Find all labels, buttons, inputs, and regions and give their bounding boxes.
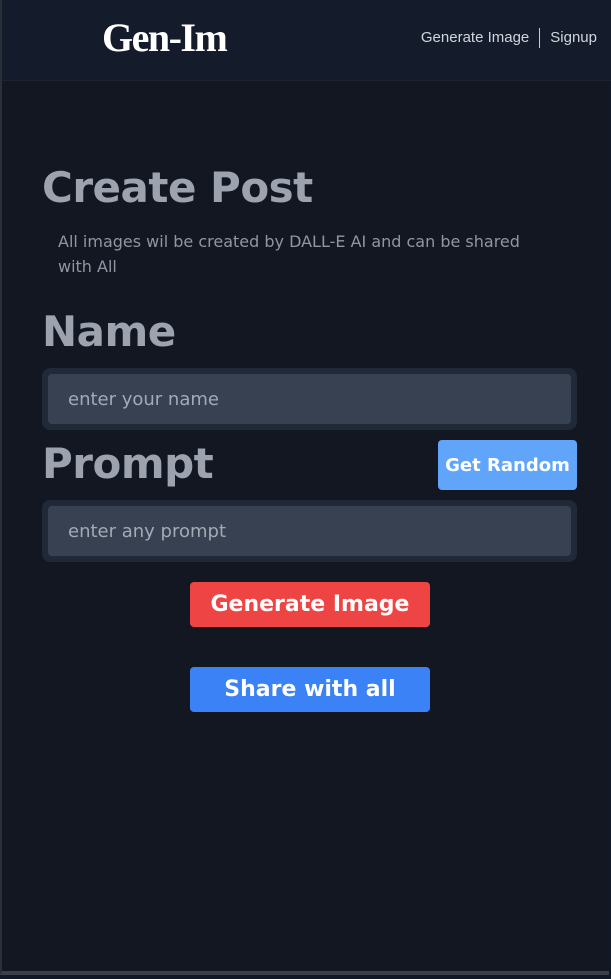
generate-image-button[interactable]: Generate Image bbox=[190, 582, 430, 627]
logo[interactable]: Gen-Im bbox=[102, 14, 228, 62]
page-subtitle: All images wil be created by DALL-E AI a… bbox=[58, 232, 520, 276]
share-with-all-button[interactable]: Share with all bbox=[190, 667, 430, 712]
prompt-label: Prompt bbox=[42, 439, 214, 488]
navbar: Gen-Im Generate Image Signup bbox=[2, 0, 611, 81]
nav-links: Generate Image Signup bbox=[421, 28, 597, 48]
name-input[interactable] bbox=[48, 374, 571, 424]
nav-divider bbox=[539, 28, 541, 48]
prompt-input[interactable] bbox=[48, 506, 571, 556]
get-random-button[interactable]: Get Random bbox=[438, 440, 577, 490]
nav-link-generate-image[interactable]: Generate Image bbox=[421, 28, 529, 48]
page-title: Create Post bbox=[42, 163, 313, 212]
name-label: Name bbox=[42, 307, 176, 356]
name-field-container bbox=[42, 368, 577, 430]
prompt-field-container bbox=[42, 500, 577, 562]
nav-link-signup[interactable]: Signup bbox=[550, 28, 597, 48]
